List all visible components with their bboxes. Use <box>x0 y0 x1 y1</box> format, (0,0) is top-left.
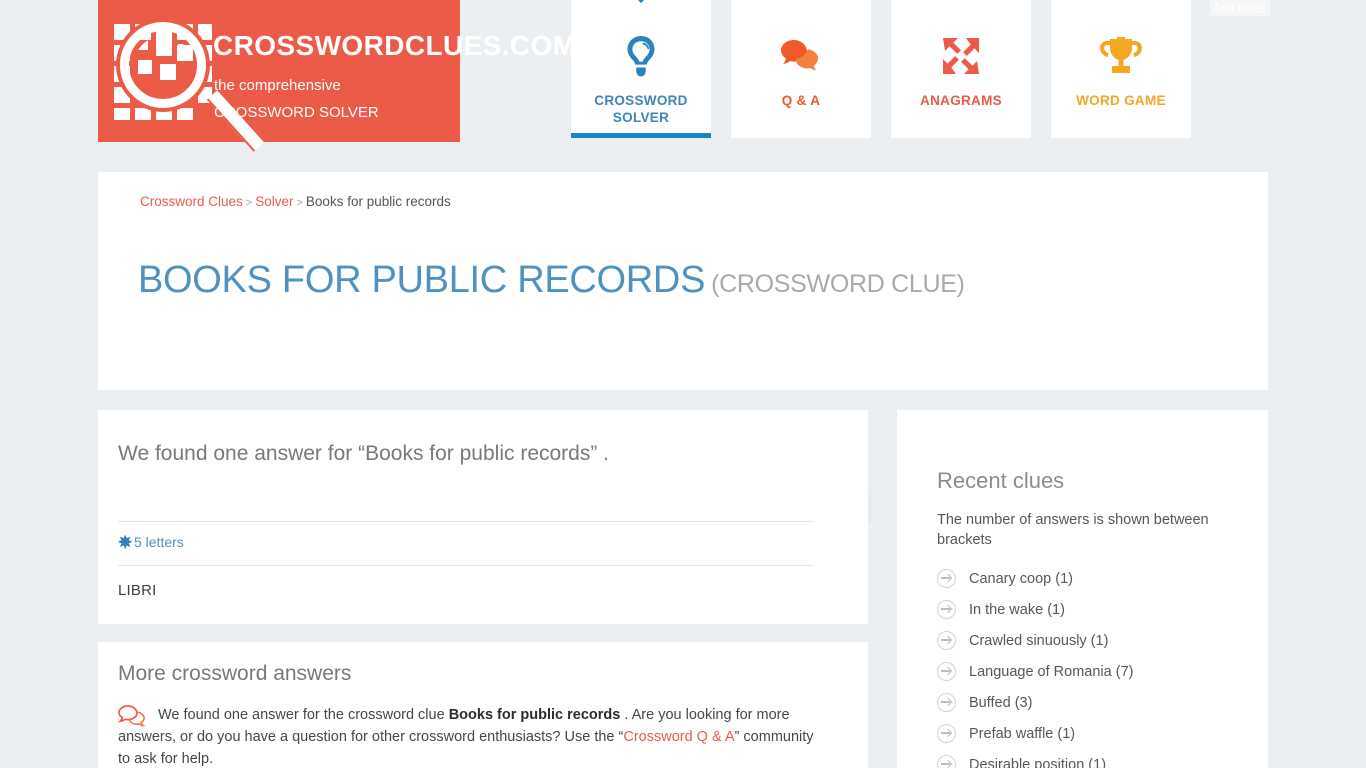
tab-label-anagrams: ANAGRAMS <box>920 93 1002 108</box>
breadcrumb-separator: > <box>245 197 253 209</box>
add-clues-link[interactable]: Add clues <box>1210 0 1270 16</box>
list-item-count: (1) <box>1047 602 1065 618</box>
tab-qa[interactable]: Q & A <box>731 0 871 138</box>
list-item-count: (1) <box>1090 633 1109 649</box>
list-item[interactable]: Prefab waffle (1) <box>937 723 1257 754</box>
more-answers-title: More crossword answers <box>118 662 352 685</box>
logo-subtitle-line2: CROSSWORD SOLVER <box>214 104 379 121</box>
letter-count-row[interactable]: ✵ 5 letters <box>118 533 184 553</box>
arrow-right-circle-icon <box>937 724 956 743</box>
list-item-label: Desirable position <box>969 757 1085 768</box>
page-root: Add clues CROSSWORDCLUES.COM the compreh… <box>0 0 1366 768</box>
list-item-count: (1) <box>1057 726 1076 742</box>
speech-bubbles-icon <box>731 28 871 84</box>
arrow-right-circle-icon <box>937 600 956 619</box>
four-arrows-icon <box>891 28 1031 84</box>
list-item[interactable]: Buffed (3) <box>937 692 1257 723</box>
arrow-right-circle-icon <box>937 693 956 712</box>
breadcrumb: Crossword Clues > Solver > Books for public … <box>140 194 451 209</box>
letter-count-label: 5 letters <box>134 534 184 550</box>
list-item-label: Crawled sinuously <box>969 633 1087 649</box>
list-item[interactable]: Desirable position (1) <box>937 754 1257 768</box>
breadcrumb-item-current: Books for public records <box>305 194 451 209</box>
arrow-right-circle-icon <box>937 755 956 768</box>
recent-clues-subtitle: The number of answers is shown between b… <box>937 512 1209 548</box>
page-title-text: BOOKS FOR PUBLIC RECORDS <box>138 259 706 302</box>
tab-crossword-solver[interactable]: CROSSWORD SOLVER <box>571 0 711 138</box>
recent-clues-title: Recent clues <box>937 468 1065 493</box>
more-answers-panel: More crossword answers We found one answ… <box>98 642 868 768</box>
arrow-right-circle-icon <box>937 662 956 681</box>
speech-bubbles-icon <box>117 705 146 727</box>
list-item-count: (1) <box>1088 757 1107 768</box>
answer-word[interactable]: LIBRI <box>118 582 157 599</box>
active-tab-caret-icon <box>632 0 650 3</box>
tab-label-qa: Q & A <box>781 93 821 108</box>
tab-label-line2: SOLVER <box>612 110 670 125</box>
more-body-clue: Books for public records <box>448 707 621 723</box>
page-title: BOOKS FOR PUBLIC RECORDS (CROSSWORD CLUE) <box>138 259 965 302</box>
arrow-right-circle-icon <box>937 631 956 650</box>
list-item[interactable]: In the wake (1) <box>937 599 1257 630</box>
list-item-label: Language of Romania <box>969 664 1112 680</box>
recent-clues-list: Canary coop (1) In the wake (1) Crawled … <box>937 568 1257 768</box>
list-item[interactable]: Crawled sinuously (1) <box>937 630 1257 661</box>
lightbulb-icon <box>571 28 711 84</box>
magnifier-handle <box>206 90 265 152</box>
list-item-count: (1) <box>1055 571 1073 587</box>
logo-title: CROSSWORDCLUES.COM <box>213 30 577 61</box>
logo-subtitle-line1: the comprehensive <box>214 77 341 94</box>
asterisk-icon: ✵ <box>118 533 133 552</box>
list-item-label: Buffed <box>969 695 1011 711</box>
recent-clues-sidebar: Recent clues The number of answers is sh… <box>897 410 1268 768</box>
page-title-suffix: (CROSSWORD CLUE) <box>711 270 965 299</box>
tab-label-word-game: WORD GAME <box>1076 93 1166 108</box>
trophy-icon <box>1051 28 1191 84</box>
breadcrumb-item-solver[interactable]: Solver <box>255 194 293 209</box>
breadcrumb-item-crossword-clues[interactable]: Crossword Clues <box>140 194 243 209</box>
crossword-qa-link[interactable]: Crossword Q & A <box>623 729 734 745</box>
found-answers-text: We found one answer for “Books for publi… <box>118 442 610 465</box>
tab-anagrams[interactable]: ANAGRAMS <box>891 0 1031 138</box>
list-item-label: Canary coop <box>969 571 1052 587</box>
site-logo[interactable]: CROSSWORDCLUES.COM the comprehensive CRO… <box>98 0 576 152</box>
tab-word-game[interactable]: WORD GAME <box>1051 0 1191 138</box>
divider <box>118 521 813 522</box>
tab-label-crossword-solver: CROSSWORD SOLVER <box>571 92 711 126</box>
list-item-label: Prefab waffle <box>969 726 1054 742</box>
list-item[interactable]: Canary coop (1) <box>937 568 1257 599</box>
list-item-count: (3) <box>1014 695 1033 711</box>
list-item-count: (7) <box>1115 664 1134 680</box>
more-body-part1: We found one answer for the crossword cl… <box>158 707 449 723</box>
more-answers-paragraph: We found one answer for the crossword cl… <box>118 704 818 768</box>
magnifier-lens <box>134 36 192 94</box>
answer-panel: We found one answer for “Books for publi… <box>98 410 868 624</box>
arrow-right-circle-icon <box>937 569 956 588</box>
divider <box>118 565 813 566</box>
tab-label-line1: CROSSWORD <box>594 93 688 108</box>
clue-header-panel: Crossword Clues > Solver > Books for public … <box>98 172 1268 525</box>
more-answers-body: We found one answer for the crossword cl… <box>117 704 818 768</box>
list-item[interactable]: Language of Romania (7) <box>937 661 1257 692</box>
top-bar: Add clues CROSSWORDCLUES.COM the compreh… <box>0 0 1366 152</box>
breadcrumb-separator: > <box>296 197 303 209</box>
list-item-label: In the wake <box>969 602 1044 618</box>
